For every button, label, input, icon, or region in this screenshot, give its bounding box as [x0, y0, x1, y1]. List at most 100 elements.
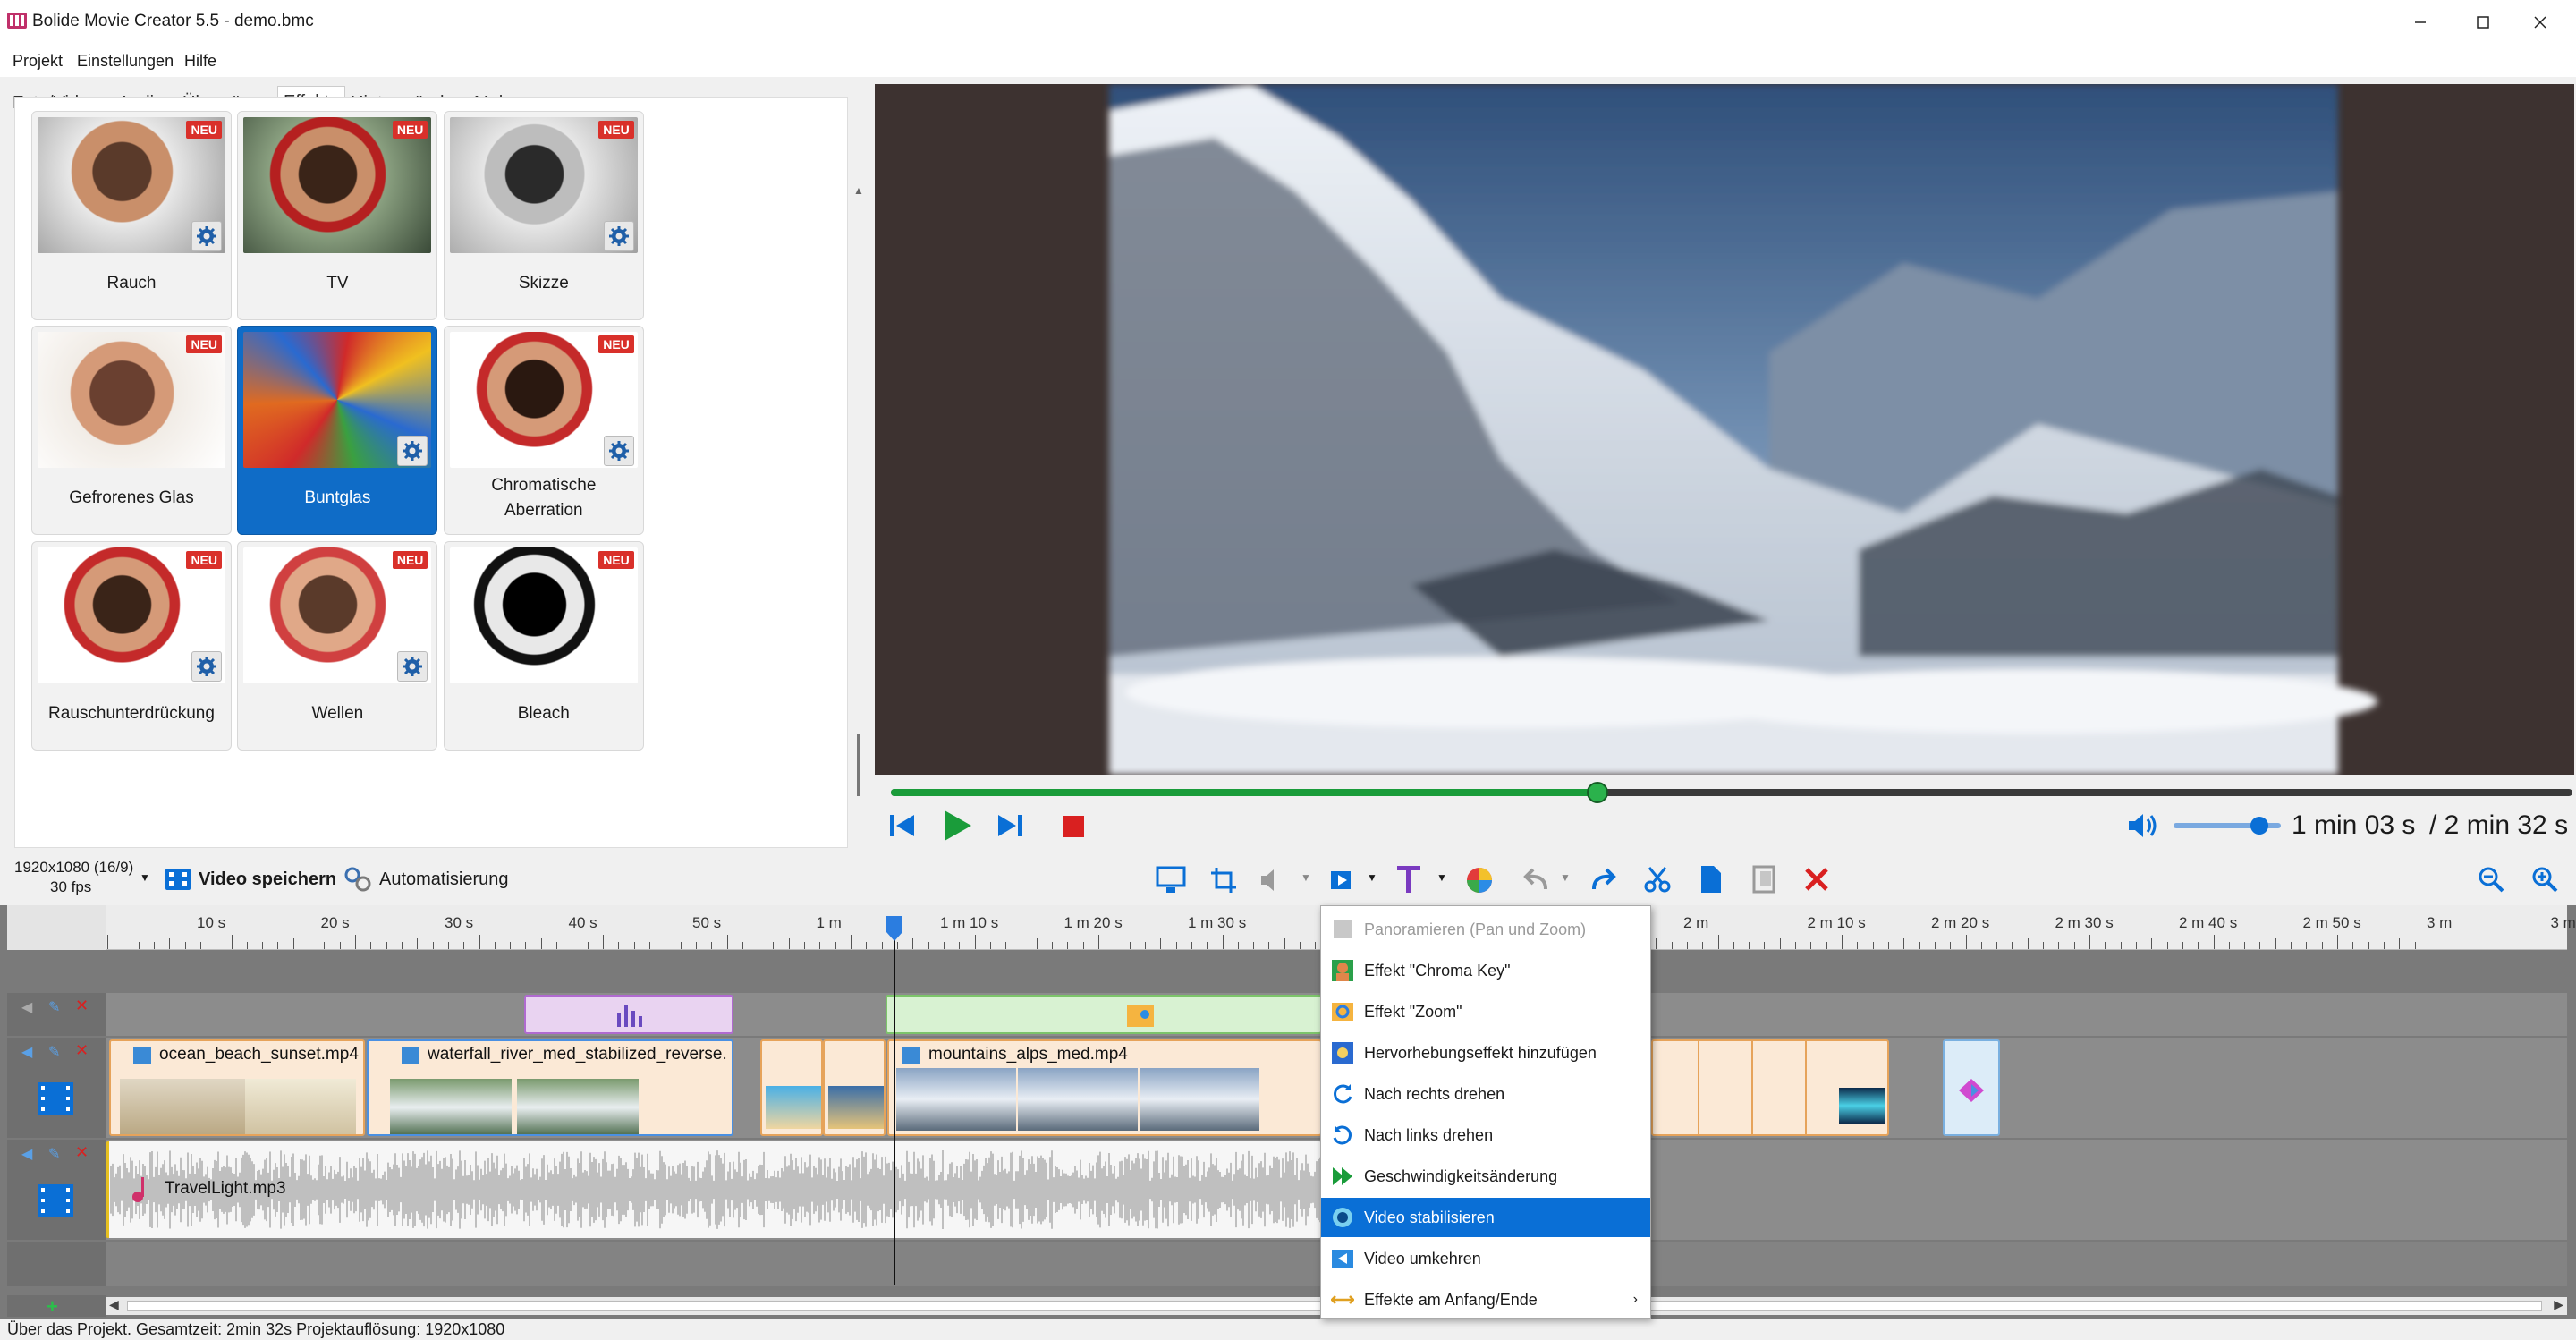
redo-icon[interactable] [1590, 868, 1619, 893]
track-mute-icon[interactable]: ◀ [21, 1043, 32, 1061]
automation-button[interactable]: Automatisierung [379, 869, 509, 890]
seek-bar[interactable] [891, 782, 2572, 803]
gallery-scrollbar[interactable]: ▲ ▼ [852, 179, 866, 925]
track-mute-icon[interactable]: ◀ [21, 998, 32, 1016]
ruler-tick [1284, 938, 1285, 949]
track-delete-icon[interactable]: ✕ [75, 997, 89, 1015]
effect-card[interactable]: NEU Chromatische Aberration [443, 326, 644, 536]
clip-video-icon [133, 1047, 151, 1064]
ruler-tick [711, 942, 713, 949]
effect-card[interactable]: NEU Skizze [443, 110, 644, 320]
ruler-label: 2 m 30 s [2055, 914, 2114, 931]
menu-item[interactable]: Nach links drehen [1321, 1115, 1650, 1155]
menu-item[interactable]: Effekt "Chroma Key" [1321, 951, 1650, 990]
mute-icon[interactable] [1259, 868, 1284, 893]
text-icon[interactable] [1395, 866, 1422, 895]
menu-projekt[interactable]: Projekt [13, 52, 63, 71]
resolution-dropdown-icon[interactable]: ▼ [140, 871, 150, 884]
seek-bar-handle[interactable] [1586, 782, 1608, 803]
effect-card[interactable]: NEU Gefrorenes Glas [31, 326, 232, 536]
ruler-label: 2 m 10 s [1807, 914, 1866, 931]
track-delete-icon[interactable]: ✕ [75, 1041, 89, 1060]
play-icon[interactable] [941, 809, 973, 843]
stop-icon[interactable] [1063, 816, 1084, 837]
video-clip[interactable]: waterfall_river_med_stabilized_reverse. [367, 1039, 733, 1136]
effect-card[interactable]: NEU Bleach [443, 541, 644, 751]
next-frame-icon[interactable] [995, 812, 1025, 839]
ruler-tick [1005, 942, 1007, 949]
effect-card[interactable]: NEU TV [237, 110, 438, 320]
menu-item[interactable]: Geschwindigkeitsänderung [1321, 1157, 1650, 1196]
mute-dropdown-icon[interactable]: ▼ [1301, 871, 1311, 884]
transition-clip[interactable] [823, 1039, 886, 1136]
undo-dropdown-icon[interactable]: ▼ [1560, 871, 1571, 884]
transition-clips[interactable] [1651, 1039, 1889, 1136]
clip-thumbnail [896, 1068, 1016, 1131]
zoom-effect-clip[interactable] [886, 995, 1322, 1034]
menu-hilfe[interactable]: Hilfe [184, 52, 216, 71]
scroll-left-icon[interactable]: ◀ [109, 1297, 119, 1312]
effect-card[interactable]: NEU Rauschunterdrückung [31, 541, 232, 751]
copy-icon[interactable] [1698, 864, 1723, 895]
effect-settings-button[interactable] [191, 651, 222, 683]
menu-item[interactable]: Effekt "Zoom" [1321, 992, 1650, 1031]
playhead-handle[interactable] [886, 916, 902, 941]
menu-einstellungen[interactable]: Einstellungen [77, 52, 174, 71]
menu-item[interactable]: Effekte am Anfang/Ende › [1321, 1280, 1650, 1319]
video-effects-icon[interactable] [1329, 868, 1356, 893]
resolution-label[interactable]: 1920x1080 (16/9) [14, 859, 133, 877]
track-lock-icon[interactable]: ✎ [48, 1043, 60, 1061]
track-delete-icon[interactable]: ✕ [75, 1143, 89, 1162]
audio-clip[interactable]: TravelLight.mp3 [106, 1141, 1322, 1238]
audio-effect-clip[interactable] [524, 995, 733, 1034]
track-lock-icon[interactable]: ✎ [48, 998, 60, 1016]
scroll-right-icon[interactable]: ▶ [2554, 1297, 2563, 1312]
fps-label[interactable]: 30 fps [50, 878, 91, 896]
video-clip-selected[interactable]: mountains_alps_med.mp4 [887, 1039, 1322, 1136]
zoom-in-icon[interactable] [2531, 866, 2558, 893]
effect-settings-button[interactable] [603, 436, 634, 467]
close-button[interactable] [2504, 0, 2576, 45]
ruler-tick [618, 942, 620, 949]
track-mute-icon[interactable]: ◀ [21, 1145, 32, 1163]
status-text: Über das Projekt. Gesamtzeit: 2min 32s P… [7, 1320, 505, 1338]
menu-item[interactable]: Video stabilisieren [1321, 1198, 1650, 1237]
ruler-tick [1671, 942, 1673, 949]
color-icon[interactable] [1465, 866, 1494, 895]
volume-icon[interactable] [2127, 812, 2159, 839]
transition-clip[interactable] [760, 1039, 823, 1136]
save-video-button[interactable]: Video speichern [199, 869, 336, 890]
playhead[interactable] [894, 918, 895, 1285]
effect-card[interactable]: NEU Wellen [237, 541, 438, 751]
menu-item[interactable]: Hervorhebungseffekt hinzufügen [1321, 1033, 1650, 1073]
text-dropdown-icon[interactable]: ▼ [1436, 871, 1447, 884]
ruler-tick [1207, 942, 1208, 949]
image-clip[interactable] [1943, 1039, 2000, 1136]
add-track-icon[interactable]: + [47, 1295, 58, 1319]
crop-icon[interactable] [1209, 866, 1238, 895]
menu-item[interactable]: Video umkehren [1321, 1239, 1650, 1278]
volume-slider-handle[interactable] [2250, 817, 2268, 835]
menu-item[interactable]: Nach rechts drehen [1321, 1074, 1650, 1114]
delete-icon[interactable] [1803, 866, 1830, 893]
effect-settings-button[interactable] [191, 220, 222, 251]
ruler-tick [277, 942, 279, 949]
ruler-tick [1903, 938, 1905, 949]
paste-icon[interactable] [1751, 864, 1776, 895]
previous-frame-icon[interactable] [887, 812, 918, 839]
video-effects-dropdown-icon[interactable]: ▼ [1367, 871, 1377, 884]
effect-settings-button[interactable] [603, 220, 634, 251]
zoom-out-icon[interactable] [2478, 866, 2504, 893]
undo-icon[interactable] [1521, 868, 1549, 893]
screen-record-icon[interactable] [1156, 866, 1186, 895]
volume-slider[interactable] [2174, 817, 2281, 835]
cut-icon[interactable] [1644, 866, 1671, 893]
effect-settings-button[interactable] [397, 651, 428, 683]
effect-card[interactable]: NEU Rauch [31, 110, 232, 320]
effect-settings-button[interactable] [397, 436, 428, 467]
track-lock-icon[interactable]: ✎ [48, 1145, 60, 1163]
video-clip[interactable]: ocean_beach_sunset.mp4 [109, 1039, 365, 1136]
effect-card[interactable]: Buntglas [237, 326, 438, 536]
ruler-tick [107, 935, 108, 949]
ruler-tick [1887, 942, 1889, 949]
